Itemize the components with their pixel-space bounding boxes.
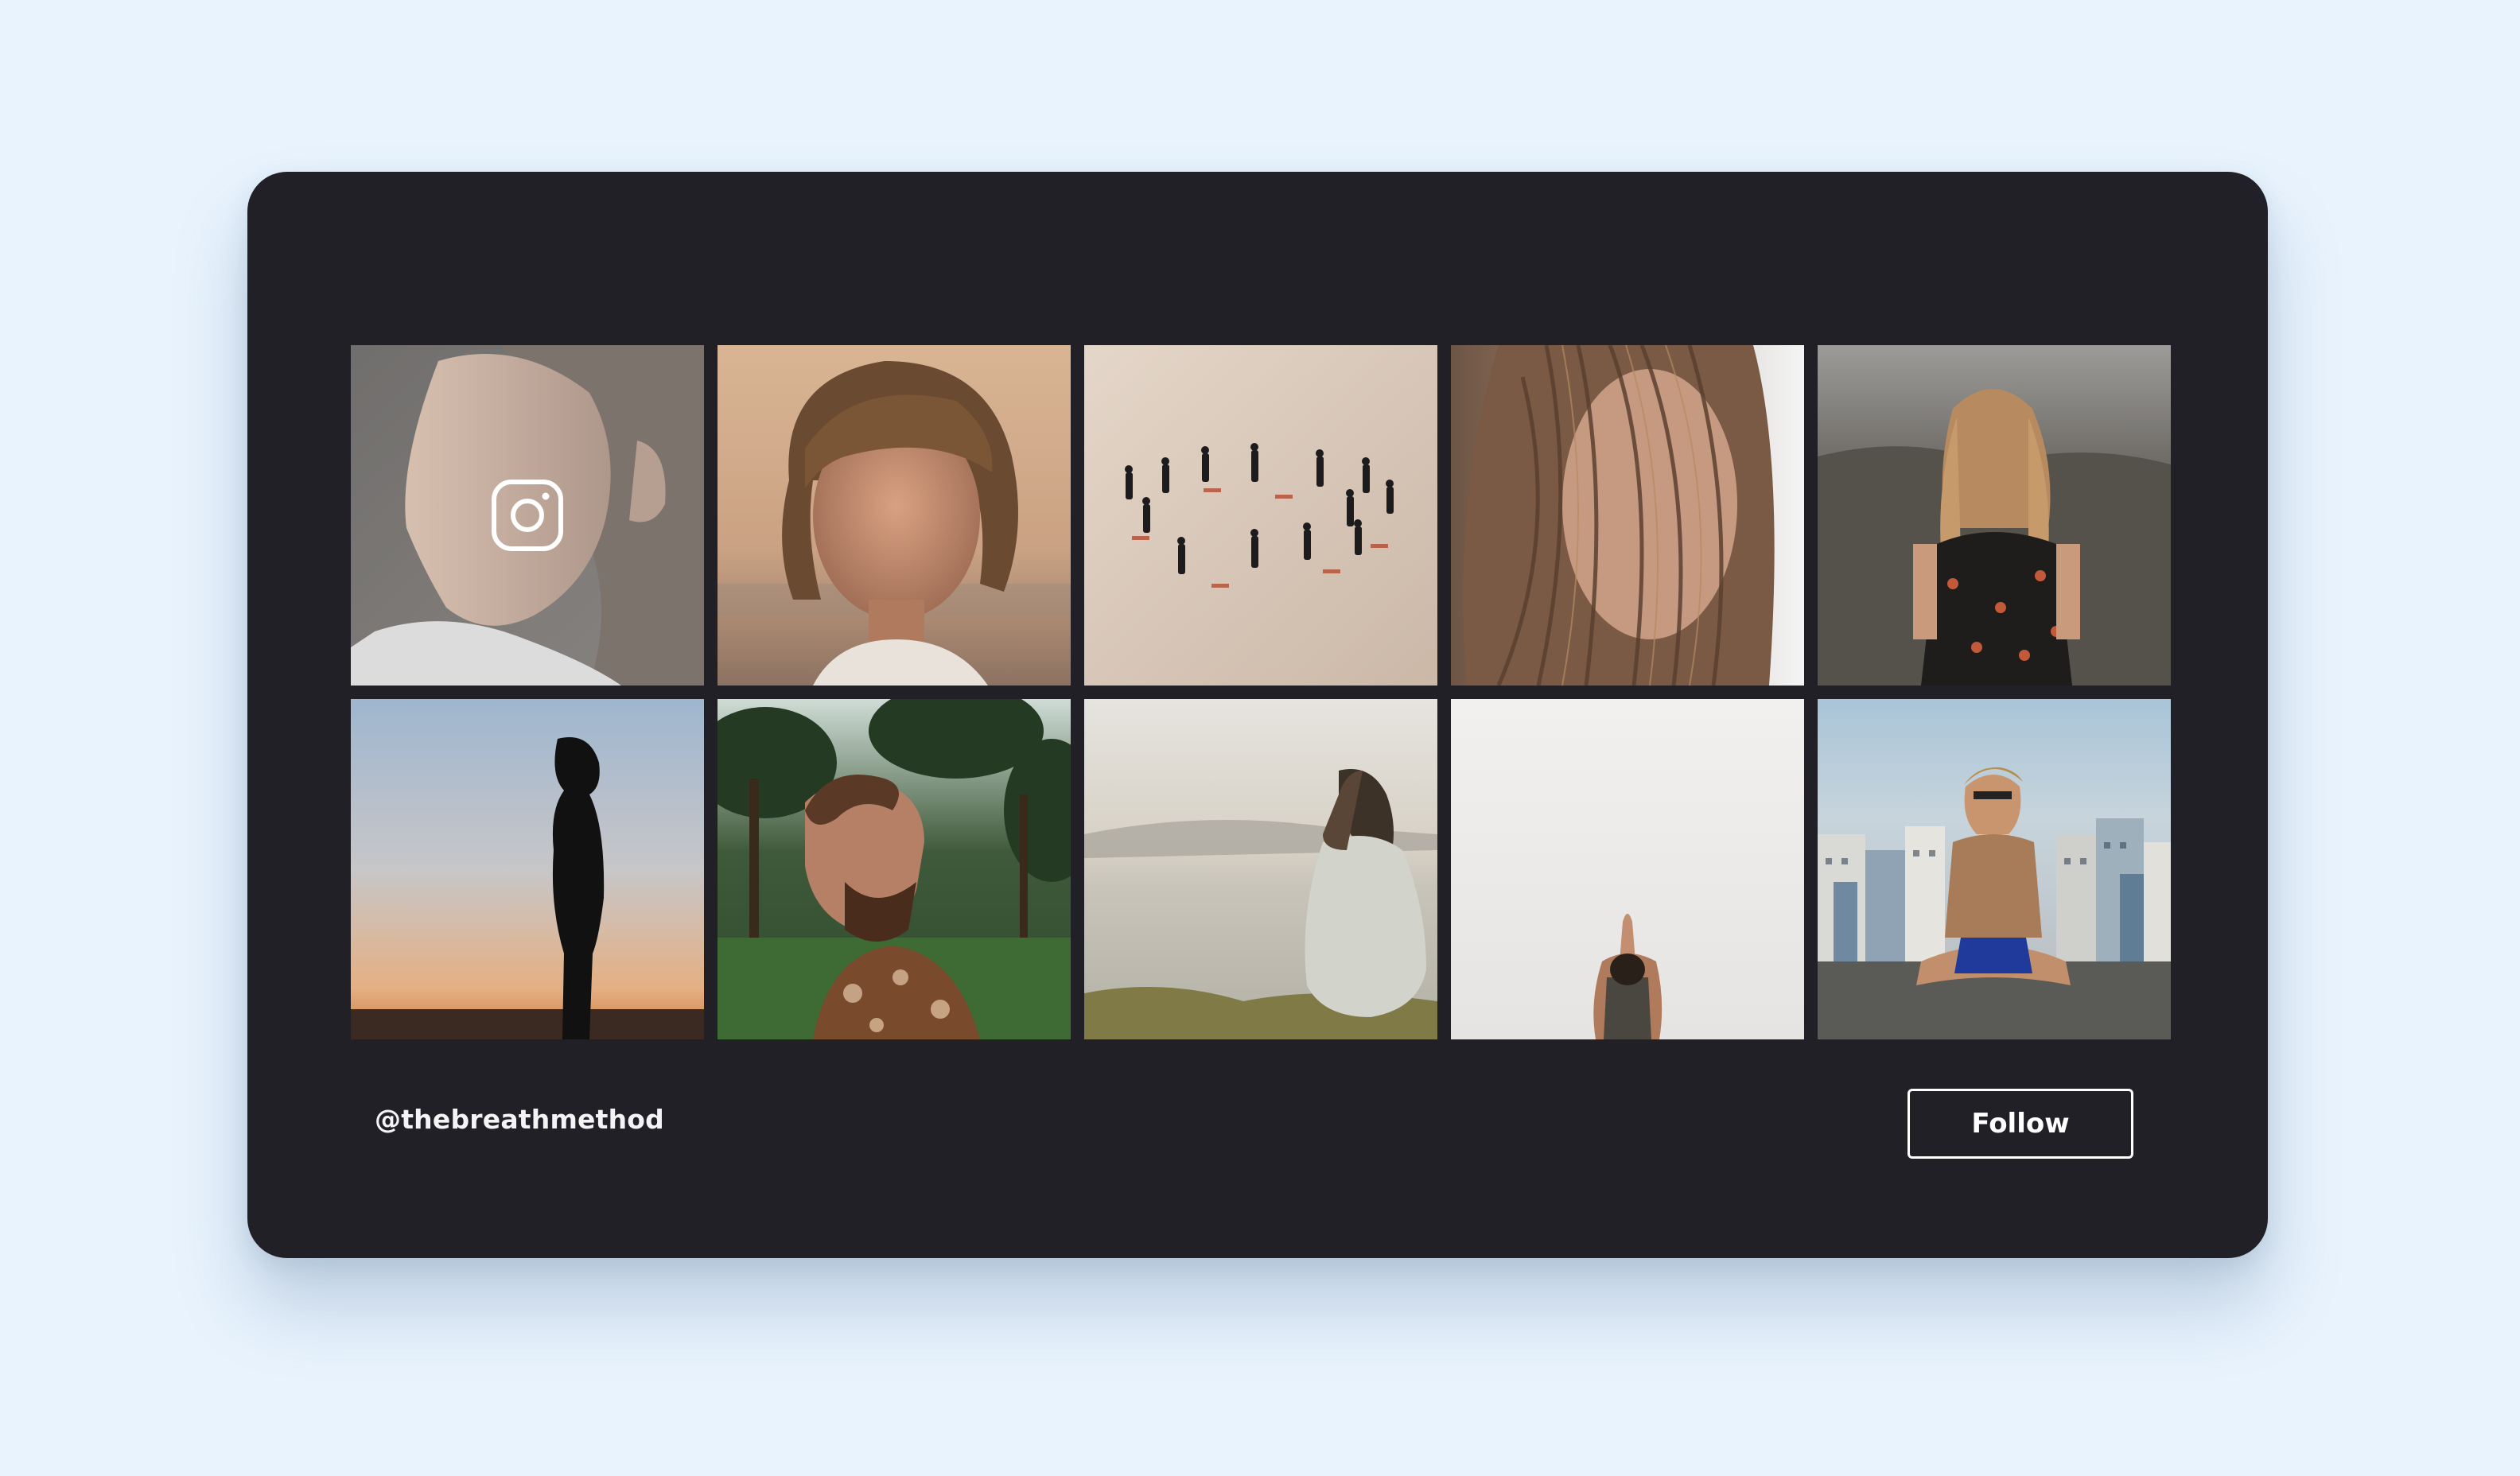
photo-grid bbox=[351, 345, 2171, 1039]
silhouette-sunset-photo bbox=[351, 699, 704, 1039]
photo-tile-bearded-man-forest[interactable] bbox=[718, 699, 1071, 1039]
woman-floral-dress-photo bbox=[1818, 345, 2171, 686]
follow-button[interactable]: Follow bbox=[1908, 1089, 2133, 1159]
hands-raised-photo bbox=[1451, 699, 1804, 1039]
photo-tile-hands-raised[interactable] bbox=[1451, 699, 1804, 1039]
group-on-beach-photo bbox=[1084, 345, 1437, 686]
photo-tile-woman-hair-over-face[interactable] bbox=[1451, 345, 1804, 686]
photo-tile-woman-short-hair[interactable] bbox=[718, 345, 1071, 686]
profile-handle-link[interactable]: @thebreathmethod bbox=[375, 1104, 664, 1135]
photo-tile-silhouette-sunset[interactable] bbox=[351, 699, 704, 1039]
man-meditating-photo bbox=[1818, 699, 2171, 1039]
photo-tile-group-on-beach[interactable] bbox=[1084, 345, 1437, 686]
bearded-man-forest-photo bbox=[718, 699, 1071, 1039]
woman-hair-over-face-photo bbox=[1451, 345, 1804, 686]
instagram-feed-card: @thebreathmethod Follow bbox=[247, 172, 2268, 1258]
woman-by-sea-photo bbox=[1084, 699, 1437, 1039]
photo-tile-man-meditating[interactable] bbox=[1818, 699, 2171, 1039]
photo-tile-woman-by-sea[interactable] bbox=[1084, 699, 1437, 1039]
woman-short-hair-photo bbox=[718, 345, 1071, 686]
instagram-icon bbox=[492, 480, 563, 551]
photo-tile-woman-profile[interactable] bbox=[351, 345, 704, 686]
photo-tile-woman-floral-dress[interactable] bbox=[1818, 345, 2171, 686]
